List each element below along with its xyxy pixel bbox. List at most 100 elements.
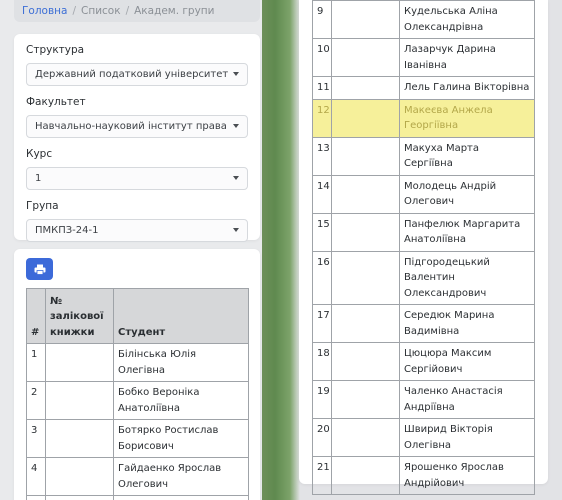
student-name: Панфелюк Маргарита Анатоліївна [399,212,535,252]
structure-value: Державний податковий університет [35,69,229,80]
header-student: Студент [113,288,249,344]
record-book-cell [331,456,400,495]
row-number: 16 [312,250,332,305]
student-name: Макуха Марта Сергіївна [399,136,535,176]
row-number: 19 [312,380,332,419]
left-column: Головна / Список / Академ. групи Структу… [14,0,260,500]
printer-icon [34,264,45,275]
group-value: ПМКПЗ-24-1 [35,225,99,236]
row-number: 21 [312,456,332,495]
table-row[interactable]: 15 Панфелюк Маргарита Анатоліївна [312,212,535,252]
students-table: # № залікової книжки Студент 1 Білінська … [26,288,249,500]
record-book-cell [331,136,400,176]
table-row[interactable]: 10 Лазарчук Дарина Іванівна [312,38,535,77]
student-list-continued-panel: 9 Кудельська Аліна Олександрівна 10 Лазарчу… [299,0,548,495]
row-number: 15 [312,212,332,252]
table-row[interactable]: 16 Підгородецький Валентин Олександрович [312,250,535,305]
row-number: 18 [312,342,332,381]
table-row[interactable]: 9 Кудельська Аліна Олександрівна [312,0,535,39]
student-name: Грищенко Анастасія [113,495,249,500]
student-name: Ботярко Ростислав Борисович [113,419,249,458]
structure-select[interactable]: Державний податковий університет [26,63,248,86]
students-table-continued: 9 Кудельська Аліна Олександрівна 10 Лазарчу… [312,0,535,495]
table-row[interactable]: 18 Цюцюра Максим Сергійович [312,342,535,381]
table-row[interactable]: 21 Ярошенко Ярослав Андрійович [312,456,535,495]
record-book-cell [331,250,400,305]
table-row[interactable]: 19 Чаленко Анастасія Андріївна [312,380,535,419]
faculty-value: Навчально-науковий інститут права [35,121,227,132]
table-row[interactable]: 20 Швирид Вікторія Олегівна [312,418,535,457]
table-row[interactable]: 2 Бобко Вероніка Анатоліївна [26,381,249,420]
record-book-cell [331,38,400,77]
record-book-cell [331,0,400,39]
record-book-cell [331,418,400,457]
breadcrumb-home-link[interactable]: Головна [22,5,67,17]
table-row[interactable]: 13 Макуха Марта Сергіївна [312,136,535,176]
record-book-cell [45,419,114,458]
print-button[interactable] [26,258,53,280]
student-name: Молодець Андрій Олегович [399,174,535,214]
table-row[interactable]: 11 Лель Галина Вікторівна [312,76,535,100]
record-book-cell [45,495,114,500]
table-row[interactable]: 17 Середюк Марина Вадимівна [312,304,535,343]
row-number: 14 [312,174,332,214]
breadcrumb-separator: / [72,5,76,17]
structure-label: Структура [26,44,85,56]
record-book-cell [331,380,400,419]
chevron-down-icon [233,124,239,128]
record-book-cell [331,304,400,343]
record-book-cell [331,342,400,381]
student-name: Кудельська Аліна Олександрівна [399,0,535,39]
row-number: 5 [26,495,46,500]
row-number: 9 [312,0,332,39]
header-record-book: № залікової книжки [45,288,114,344]
chevron-down-icon [233,228,239,232]
record-book-cell [45,381,114,420]
course-select[interactable]: 1 [26,167,248,190]
row-number: 11 [312,76,332,100]
row-number: 3 [26,419,46,458]
course-value: 1 [35,173,42,184]
breadcrumb: Головна / Список / Академ. групи [14,0,260,22]
row-number: 12 [312,98,332,138]
record-book-cell [331,98,400,138]
row-number: 10 [312,38,332,77]
student-name: Гайдаенко Ярослав Олегович [113,457,249,496]
student-name: Білінська Юлія Олегівна [113,343,249,382]
header-num: # [26,288,46,344]
table-row[interactable]: 14 Молодець Андрій Олегович [312,174,535,214]
breadcrumb-current: Академ. групи [134,5,215,17]
group-label: Група [26,200,59,212]
student-name: Підгородецький Валентин Олександрович [399,250,535,305]
chevron-down-icon [233,72,239,76]
student-name: Середюк Марина Вадимівна [399,304,535,343]
table-row[interactable]: 4 Гайдаенко Ярослав Олегович [26,457,249,496]
student-name: Бобко Вероніка Анатоліївна [113,381,249,420]
table-row[interactable]: 1 Білінська Юлія Олегівна [26,343,249,382]
record-book-cell [45,343,114,382]
row-number: 1 [26,343,46,382]
table-header-row: # № залікової книжки Студент [26,288,249,344]
table-row[interactable]: 3 Ботярко Ростислав Борисович [26,419,249,458]
course-label: Курс [26,148,53,160]
row-number: 2 [26,381,46,420]
faculty-label: Факультет [26,96,86,108]
record-book-cell [45,457,114,496]
row-number: 17 [312,304,332,343]
student-name: Чаленко Анастасія Андріївна [399,380,535,419]
table-row[interactable]: 5 Грищенко Анастасія [26,495,249,500]
record-book-cell [331,76,400,100]
record-book-cell [331,212,400,252]
student-name: Ярошенко Ярослав Андрійович [399,456,535,495]
faculty-select[interactable]: Навчально-науковий інститут права [26,115,248,138]
row-number: 20 [312,418,332,457]
group-select[interactable]: ПМКПЗ-24-1 [26,219,248,242]
row-number: 13 [312,136,332,176]
student-name: Макеєва Анжела Георгіївна [399,98,535,138]
breadcrumb-list[interactable]: Список [81,5,121,17]
row-number: 4 [26,457,46,496]
student-name: Лазарчук Дарина Іванівна [399,38,535,77]
record-book-cell [331,174,400,214]
student-list-panel: # № залікової книжки Студент 1 Білінська … [14,249,260,500]
table-row[interactable]: 12 Макеєва Анжела Георгіївна [312,98,535,138]
